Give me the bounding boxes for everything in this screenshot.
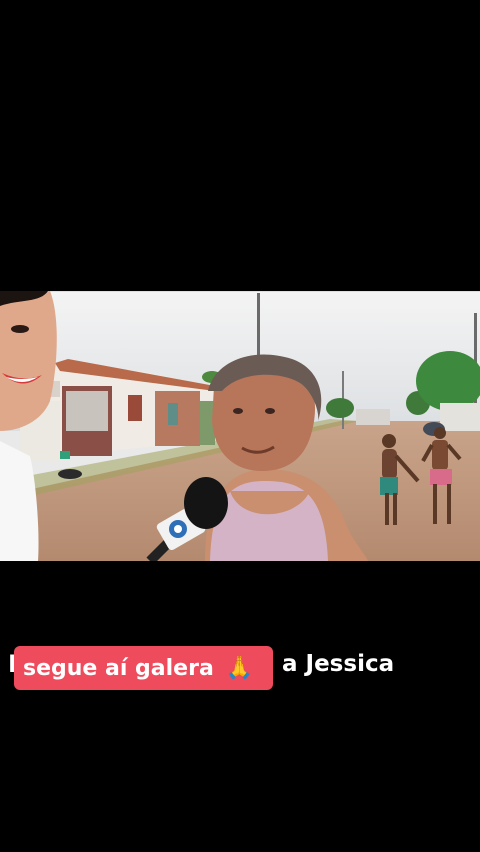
text-sticker[interactable]: segue aí galera 🙏 — [14, 646, 273, 690]
video-frame[interactable] — [0, 291, 480, 561]
video-scene — [0, 291, 480, 561]
sticker-text: segue aí galera — [23, 655, 214, 681]
praying-hands-icon: 🙏 — [225, 655, 254, 681]
caption-row: I a Jessica segue aí galera 🙏 — [8, 646, 478, 692]
caption-end-text: a Jessica — [282, 651, 395, 677]
